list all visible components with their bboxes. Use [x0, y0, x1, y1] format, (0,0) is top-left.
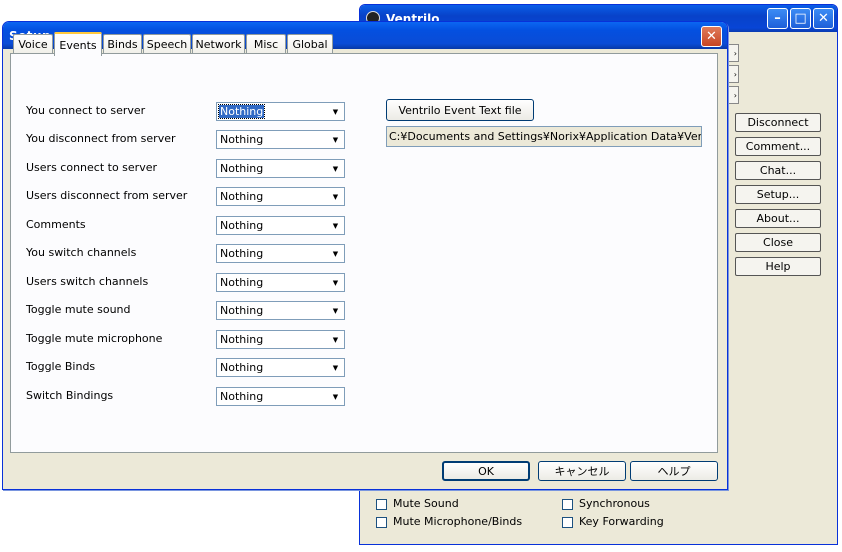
event-action-select[interactable]: Nothing ▼: [216, 159, 345, 178]
chevron-down-icon[interactable]: ▼: [328, 389, 343, 404]
comment-button[interactable]: Comment...: [735, 137, 821, 156]
mute-sound-label: Mute Sound: [393, 497, 459, 510]
event-label: Switch Bindings: [26, 389, 114, 402]
chevron-down-icon[interactable]: ▼: [328, 189, 343, 204]
setup-button[interactable]: Setup...: [735, 185, 821, 204]
mute-sound-checkbox[interactable]: [376, 499, 387, 510]
event-label: Toggle mute sound: [26, 303, 131, 316]
event-text-file-path[interactable]: C:¥Documents and Settings¥Norix¥Applicat…: [386, 126, 702, 147]
event-label: Toggle Binds: [26, 360, 96, 373]
chevron-down-icon[interactable]: ▼: [328, 332, 343, 347]
tab-events[interactable]: Events: [54, 32, 102, 56]
mute-microphone-checkbox[interactable]: [376, 517, 387, 528]
close-button[interactable]: Close: [735, 233, 821, 252]
event-label: You switch channels: [26, 246, 137, 259]
ventrilo-stub-3[interactable]: ›: [727, 86, 739, 104]
event-label: You disconnect from server: [26, 132, 176, 145]
close-icon[interactable]: ✕: [701, 26, 722, 47]
chevron-down-icon[interactable]: ▼: [328, 132, 343, 147]
tab-voice[interactable]: Voice: [13, 34, 53, 54]
event-action-select[interactable]: Nothing ▼: [216, 244, 345, 263]
chevron-down-icon[interactable]: ▼: [328, 161, 343, 176]
ventrilo-stub-2[interactable]: ›: [727, 65, 739, 83]
event-label: Comments: [26, 218, 86, 231]
event-action-select[interactable]: Nothing ▼: [216, 102, 345, 121]
synchronous-label: Synchronous: [579, 497, 650, 510]
help-button[interactable]: Help: [735, 257, 821, 276]
synchronous-checkbox[interactable]: [562, 499, 573, 510]
event-label: You connect to server: [26, 104, 146, 117]
ventrilo-stub-1[interactable]: ›: [727, 44, 739, 62]
tab-global[interactable]: Global: [287, 34, 333, 54]
event-label: Users disconnect from server: [26, 189, 188, 202]
cancel-button[interactable]: キャンセル: [538, 461, 626, 481]
ok-button[interactable]: OK: [442, 461, 530, 481]
event-label: Toggle mute microphone: [26, 332, 163, 345]
tab-misc[interactable]: Misc: [246, 34, 286, 54]
tab-network[interactable]: Network: [192, 34, 245, 54]
event-label: Users connect to server: [26, 161, 158, 174]
close-icon[interactable]: ✕: [813, 8, 834, 29]
event-text-file-button[interactable]: Ventrilo Event Text file: [386, 99, 534, 121]
event-action-select[interactable]: Nothing ▼: [216, 358, 345, 377]
event-label: Users switch channels: [26, 275, 149, 288]
about-button[interactable]: About...: [735, 209, 821, 228]
mute-microphone-label: Mute Microphone/Binds: [393, 515, 523, 528]
tab-speech[interactable]: Speech: [143, 34, 191, 54]
event-action-select[interactable]: Nothing ▼: [216, 130, 345, 149]
key-forwarding-checkbox[interactable]: [562, 517, 573, 528]
chevron-down-icon[interactable]: ▼: [328, 246, 343, 261]
maximize-icon[interactable]: □: [790, 8, 811, 29]
tab-binds[interactable]: Binds: [103, 34, 142, 54]
disconnect-button[interactable]: Disconnect: [735, 113, 821, 132]
help-dialog-button[interactable]: ヘルプ: [630, 461, 718, 481]
chevron-down-icon[interactable]: ▼: [328, 218, 343, 233]
minimize-icon[interactable]: –: [767, 8, 788, 29]
key-forwarding-label: Key Forwarding: [579, 515, 664, 528]
chevron-down-icon[interactable]: ▼: [328, 275, 343, 290]
chat-button[interactable]: Chat...: [735, 161, 821, 180]
chevron-down-icon[interactable]: ▼: [328, 104, 343, 119]
chevron-down-icon[interactable]: ▼: [328, 303, 343, 318]
event-action-select[interactable]: Nothing ▼: [216, 387, 345, 406]
chevron-down-icon[interactable]: ▼: [328, 360, 343, 375]
event-action-select[interactable]: Nothing ▼: [216, 216, 345, 235]
event-action-select[interactable]: Nothing ▼: [216, 301, 345, 320]
event-action-select[interactable]: Nothing ▼: [216, 273, 345, 292]
event-action-select[interactable]: Nothing ▼: [216, 330, 345, 349]
event-action-select[interactable]: Nothing ▼: [216, 187, 345, 206]
